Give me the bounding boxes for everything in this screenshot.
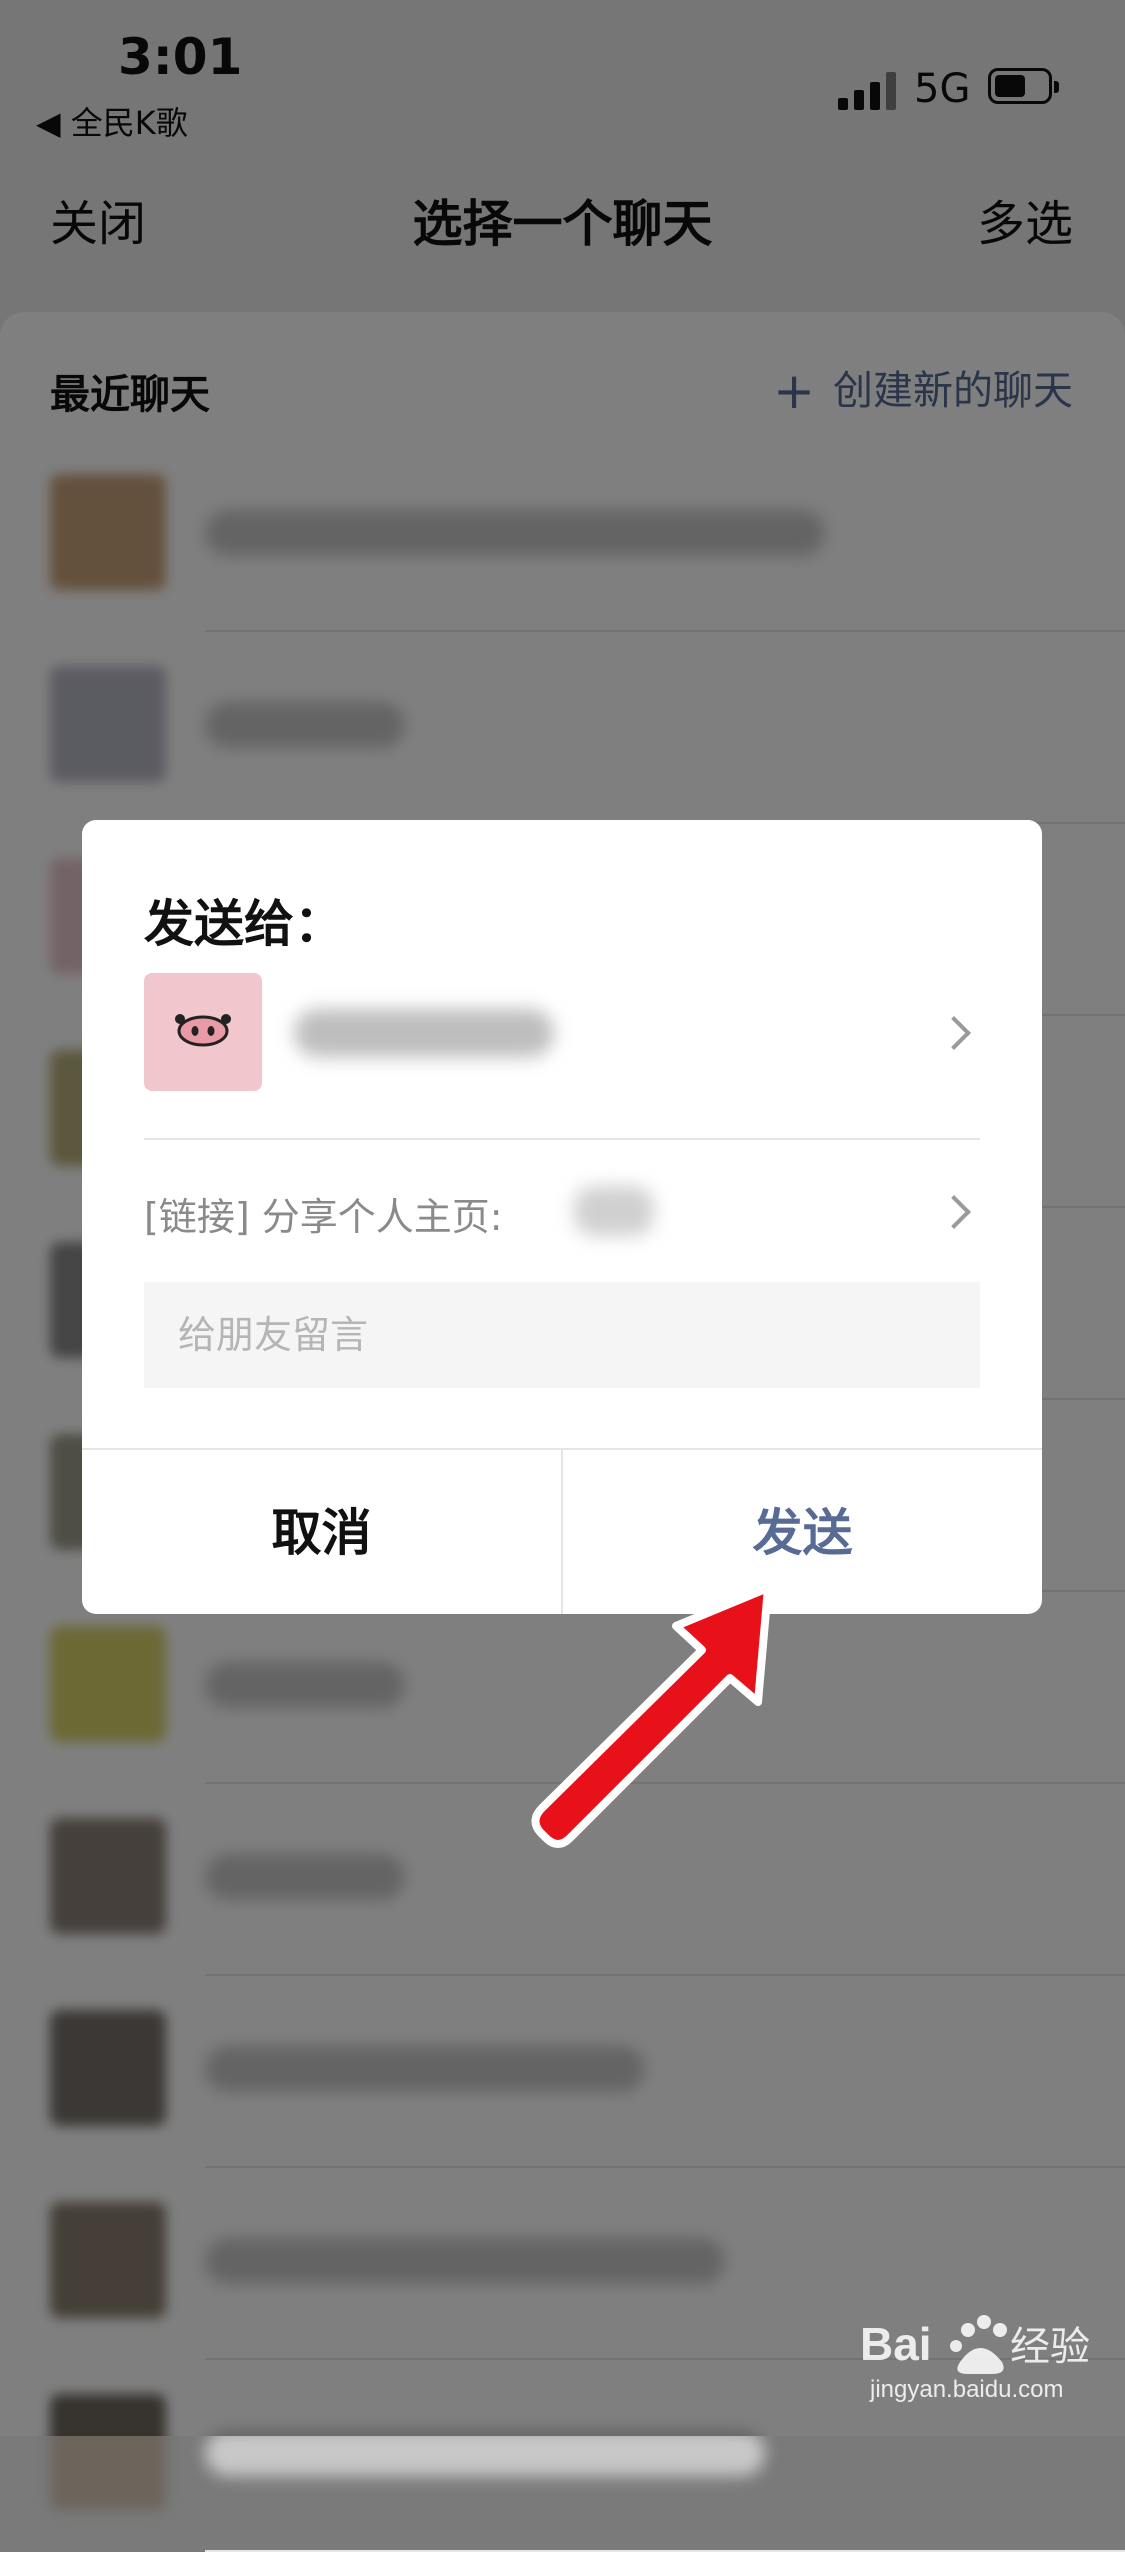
dialog-title: 发送给： (144, 895, 344, 953)
watermark-url: jingyan.baidu.com (870, 2376, 1064, 2403)
chevron-right-icon (937, 1016, 971, 1050)
message-input[interactable] (144, 1282, 980, 1388)
svg-text:Bai: Bai (860, 2318, 932, 2370)
svg-text:经验: 经验 (1010, 2325, 1090, 2369)
divider (144, 1138, 980, 1140)
share-link-label: [链接] 分享个人主页: (144, 1195, 503, 1239)
share-link-row[interactable]: [链接] 分享个人主页: (144, 1172, 980, 1252)
chevron-right-icon (937, 1195, 971, 1229)
recipient-row[interactable] (144, 973, 980, 1093)
chat-name-blurred (205, 2430, 765, 2476)
pig-avatar-icon (144, 973, 262, 1091)
send-to-dialog: 发送给： [链接] 分享个人主页: 取消 发送 (82, 820, 1042, 1614)
red-arrow-annotation (531, 1584, 772, 1848)
share-name-blurred (574, 1186, 654, 1236)
cancel-button[interactable]: 取消 (82, 1450, 561, 1614)
recipient-name-blurred (294, 1009, 554, 1057)
